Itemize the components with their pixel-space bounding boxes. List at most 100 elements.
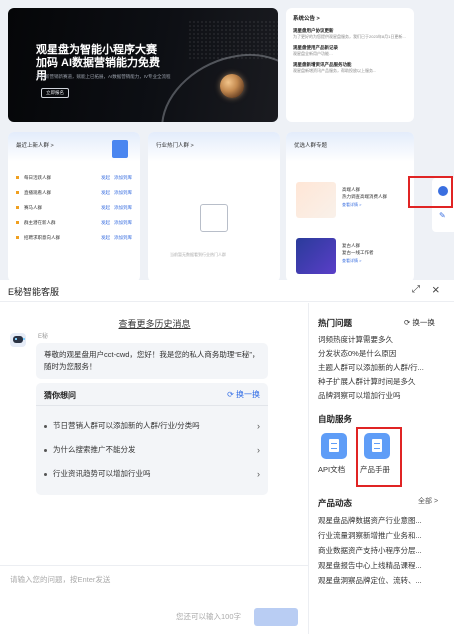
crowd-action-add[interactable]: 添加到库 xyxy=(114,235,132,241)
crowd-row: 群主潜在新人群 发起 添加到库 xyxy=(8,215,140,230)
faq-item[interactable]: 主题人群可以添加新的人群/行... xyxy=(318,362,450,373)
news-item[interactable]: 观星盘品牌数据资产行业意图... xyxy=(318,515,452,526)
topic-image xyxy=(296,182,336,218)
news-item[interactable]: 商业数据资产支持小程序分层... xyxy=(318,545,452,556)
empty-tray-icon xyxy=(200,204,228,232)
bullet-icon xyxy=(44,472,47,476)
faq-item[interactable]: 品牌洞察可以增加行业吗 xyxy=(318,390,450,401)
industry-hot-title[interactable]: 行业热门人群 > xyxy=(148,132,280,162)
crowd-action-launch[interactable]: 发起 xyxy=(101,205,110,211)
calendar-icon xyxy=(112,140,128,158)
refresh-suggestions-button[interactable]: ⟳ 换一换 xyxy=(227,389,260,400)
question-text: 行业资讯趋势可以增加行业吗 xyxy=(53,469,151,478)
notice-heading[interactable]: 系统公告 > xyxy=(293,14,407,22)
faq-heading: 热门问题 xyxy=(318,318,353,328)
faq-item[interactable]: 词频热度计算需要多久 xyxy=(318,334,450,345)
chat-conversation: 查看更多历史消息 E秘 尊敬的观星盘用户cct-cwd，您好！我是您的私人商务助… xyxy=(0,303,309,634)
news-item[interactable]: 观星盘洞察品牌定位、流转、... xyxy=(318,575,452,586)
message-input-area[interactable]: 请输入您的问题，按Enter发送 您还可以输入100字 xyxy=(0,565,309,634)
bot-avatar xyxy=(10,333,26,347)
crowd-name: 招聘求职意向人群 xyxy=(24,234,60,240)
notice-desc: 观星盘全新用户功能… xyxy=(293,51,333,56)
crowd-action-add[interactable]: 添加到库 xyxy=(114,190,132,196)
system-notice-panel: 系统公告 > 观星盘用户协议更新 为了更好的为您提供观星盘服务，我们已于2023… xyxy=(286,8,414,122)
recent-crowds-card: 最近上新人群 > 每日活跃人群 发起 添加到库 直播观看人群 发起 添加到库 赛… xyxy=(8,132,140,282)
bullet-icon xyxy=(44,424,47,428)
suggested-question[interactable]: 为什么搜索推广不能分发 › xyxy=(44,441,260,459)
crowd-name: 直播观看人群 xyxy=(24,189,51,195)
refresh-label: 换一换 xyxy=(236,390,260,399)
crowd-row: 直播观看人群 发起 添加到库 xyxy=(8,185,140,200)
notice-item[interactable]: 观星盘用户协议更新 为了更好的为您提供观星盘服务，我们已于2023年8月1日更新… xyxy=(293,28,407,40)
topic-crowds-card: 优选人群专题 高端人群 热力调查高端消费人群 查看详情 > 复古人群 复古一线工… xyxy=(286,132,414,282)
chat-header: E秘智能客服 ⤢ × xyxy=(0,280,454,302)
bullet-icon xyxy=(44,448,47,452)
news-all-link[interactable]: 全部 > xyxy=(418,496,438,506)
faq-item[interactable]: 分发状态0%是什么原因 xyxy=(318,348,450,359)
bullet-icon xyxy=(16,236,19,239)
document-icon[interactable] xyxy=(321,433,347,459)
faq-item[interactable]: 种子扩展人群计算时间是多久 xyxy=(318,376,450,387)
crowd-action-add[interactable]: 添加到库 xyxy=(114,175,132,181)
crowd-name: 每日活跃人群 xyxy=(24,174,51,180)
topic-desc: 热力调查高端消费人群 xyxy=(342,194,387,199)
crowd-name: 群主潜在新人群 xyxy=(24,219,56,225)
crowd-action-launch[interactable]: 发起 xyxy=(101,175,110,181)
topic-name: 复古人群 xyxy=(342,243,360,248)
question-text: 为什么搜索推广不能分发 xyxy=(53,445,136,454)
bullet-icon xyxy=(16,221,19,224)
topic-image xyxy=(296,238,336,274)
empty-state-text: 当前暂无数据看到行业热门人群 xyxy=(170,252,226,257)
message-input-placeholder[interactable]: 请输入您的问题，按Enter发送 xyxy=(10,574,110,585)
suggested-question[interactable]: 节日营销人群可以添加新的人群/行业/分类吗 › xyxy=(44,417,260,435)
chevron-right-icon: › xyxy=(257,445,260,455)
chat-panel: E秘智能客服 ⤢ × 查看更多历史消息 E秘 尊敬的观星盘用户cct-cwd，您… xyxy=(0,280,454,634)
faq-switch-button[interactable]: ⟳ 换一换 xyxy=(404,317,435,328)
suggested-question[interactable]: 行业资讯趋势可以增加行业吗 › xyxy=(44,465,260,483)
news-item[interactable]: 观星盘报告中心上线精品课程... xyxy=(318,560,452,571)
promo-banner[interactable]: 观星盘为智能小程序大赛加码 AI数据营销能力免费用 开启新营销新赛道，赋能上已拓… xyxy=(8,8,278,122)
news-heading: 产品动态 xyxy=(318,498,353,508)
edit-pen-icon[interactable]: ✎ xyxy=(439,212,447,220)
crowd-name: 赛马人群 xyxy=(24,204,42,210)
highlight-box xyxy=(356,427,402,487)
notice-desc: 观星盘新增资讯产品服务，帮助投放以上服务... xyxy=(293,68,377,73)
crowd-action-launch[interactable]: 发起 xyxy=(101,220,110,226)
api-docs-label[interactable]: API文档 xyxy=(318,464,345,475)
greeting-message: 尊敬的观星盘用户cct-cwd，您好！我是您的私人商务助理“E秘”，随时为您服务… xyxy=(36,343,268,379)
expand-icon[interactable]: ⤢ xyxy=(412,284,420,295)
chevron-right-icon: › xyxy=(257,469,260,479)
divider xyxy=(36,405,268,406)
crowd-row: 每日活跃人群 发起 添加到库 xyxy=(8,170,140,185)
char-counter: 您还可以输入100字 xyxy=(176,612,242,621)
planet-image xyxy=(220,74,244,98)
notice-item[interactable]: 观星盘新增资讯产品服务功能 观星盘新增资讯产品服务，帮助投放以上服务... xyxy=(293,62,407,74)
crowd-action-add[interactable]: 添加到库 xyxy=(114,220,132,226)
banner-signup-button[interactable]: 立即报名 xyxy=(41,88,69,98)
topic-detail-link[interactable]: 查看详情 > xyxy=(342,258,361,264)
history-link[interactable]: 查看更多历史消息 xyxy=(0,317,309,330)
chat-window-title: E秘智能客服 xyxy=(8,287,60,297)
notice-item[interactable]: 观星盘使用产品新记录 观星盘全新用户功能… xyxy=(293,45,407,57)
bot-name: E秘 xyxy=(38,334,49,340)
crowd-action-launch[interactable]: 发起 xyxy=(101,190,110,196)
send-button[interactable] xyxy=(254,608,298,626)
suggested-heading: 猜你想问 xyxy=(44,391,76,400)
chevron-right-icon: › xyxy=(257,421,260,431)
refresh-icon: ⟳ xyxy=(227,390,236,399)
bullet-icon xyxy=(16,206,19,209)
chat-sidebar: 热门问题 ⟳ 换一换 词频热度计算需要多久 分发状态0%是什么原因 主题人群可以… xyxy=(310,303,454,634)
news-item[interactable]: 行业流量洞察新增推广业务和... xyxy=(318,530,452,541)
question-text: 节日营销人群可以添加新的人群/行业/分类吗 xyxy=(53,421,200,430)
crowd-action-add[interactable]: 添加到库 xyxy=(114,205,132,211)
topic-desc: 复古一线工作者 xyxy=(342,250,374,255)
close-icon[interactable]: × xyxy=(432,282,440,297)
crowd-row: 招聘求职意向人群 发起 添加到库 xyxy=(8,230,140,245)
industry-hot-crowds-card: 行业热门人群 > 当前暂无数据看到行业热门人群 xyxy=(148,132,280,282)
dashboard-background: 观星盘为智能小程序大赛加码 AI数据营销能力免费用 开启新营销新赛道，赋能上已拓… xyxy=(0,0,454,282)
suggested-questions-card: 猜你想问 ⟳ 换一换 节日营销人群可以添加新的人群/行业/分类吗 › 为什么搜索… xyxy=(36,383,268,495)
topic-detail-link[interactable]: 查看详情 > xyxy=(342,202,361,208)
bullet-icon xyxy=(16,191,19,194)
crowd-action-launch[interactable]: 发起 xyxy=(101,235,110,241)
bullet-icon xyxy=(16,176,19,179)
